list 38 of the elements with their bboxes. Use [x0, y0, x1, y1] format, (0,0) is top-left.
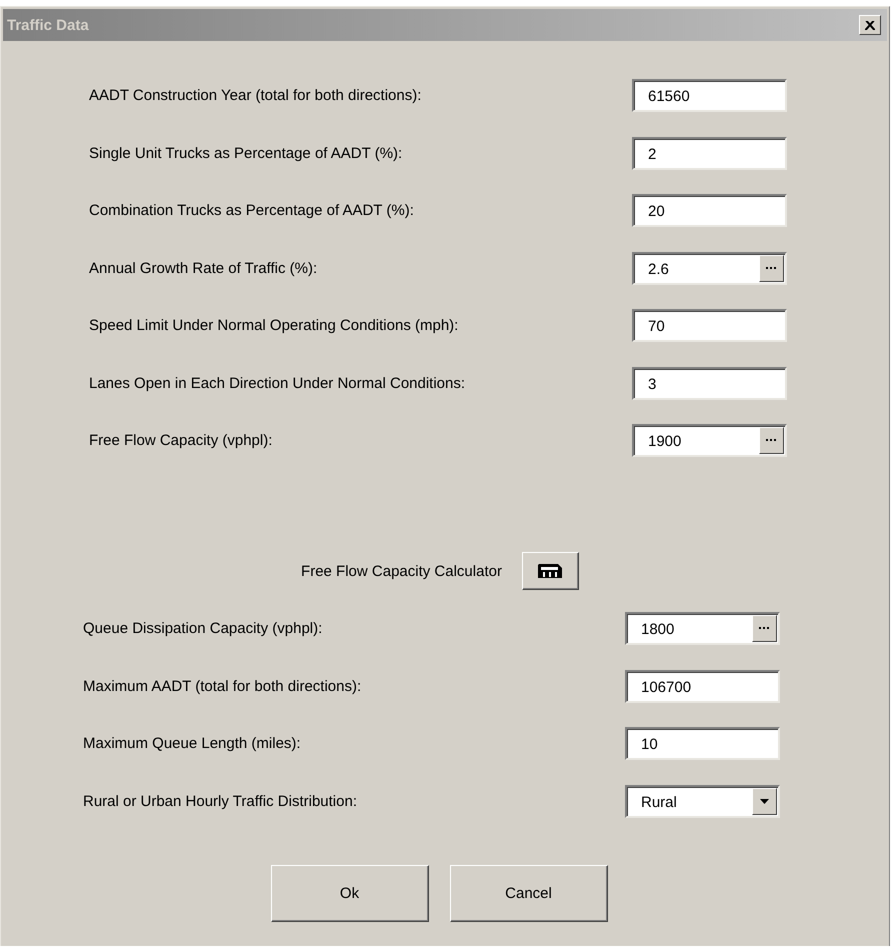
- calculator-label: Free Flow Capacity Calculator: [301, 562, 502, 580]
- field-label: Maximum Queue Length (miles):: [83, 735, 301, 752]
- input-field[interactable]: 10: [625, 727, 780, 760]
- input-field[interactable]: 2.6: [632, 252, 787, 284]
- field-label: Single Unit Trucks as Percentage of AADT (%):: [89, 144, 402, 162]
- input-field[interactable]: 3: [632, 366, 787, 400]
- dropdown-field[interactable]: Rural: [625, 785, 780, 818]
- field-label: Annual Growth Rate of Traffic (%):: [89, 260, 318, 276]
- caret-icon: [760, 799, 769, 804]
- field-label: Queue Dissipation Capacity (vphpl):: [83, 620, 322, 637]
- browse-button[interactable]: [752, 615, 777, 642]
- input-field[interactable]: 61560: [632, 79, 787, 112]
- input-field[interactable]: 106700: [625, 670, 780, 703]
- ellipsis-icon: [766, 439, 777, 442]
- dropdown-button[interactable]: [752, 788, 777, 816]
- ellipsis-icon: [766, 266, 777, 270]
- browse-button[interactable]: [759, 254, 784, 282]
- field-label: Maximum AADT (total for both directions):: [83, 678, 362, 695]
- input-field[interactable]: 1900: [632, 424, 787, 457]
- input-field[interactable]: 20: [632, 194, 787, 227]
- close-icon: [865, 20, 875, 30]
- field-label: Combination Trucks as Percentage of AADT (%):: [89, 202, 414, 219]
- close-button[interactable]: [859, 15, 881, 35]
- calculator-button[interactable]: [522, 552, 579, 590]
- calculator-icon: [537, 563, 564, 579]
- input-field[interactable]: 2: [632, 136, 787, 170]
- dialog-button[interactable]: Cancel: [450, 865, 608, 922]
- field-label: Speed Limit Under Normal Operating Conditions (mph):: [89, 317, 458, 334]
- field-label: AADT Construction Year (total for both directions):: [89, 87, 422, 104]
- field-label: Free Flow Capacity (vphpl):: [89, 432, 272, 449]
- input-field[interactable]: 70: [632, 309, 787, 342]
- input-field[interactable]: 1800: [625, 612, 780, 645]
- field-label: Lanes Open in Each Direction Under Normal Conditions:: [89, 374, 466, 392]
- browse-button[interactable]: [759, 427, 784, 454]
- window-title: Traffic Data: [7, 16, 89, 34]
- ellipsis-icon: [759, 627, 770, 630]
- field-label: Rural or Urban Hourly Traffic Distribution:: [83, 793, 357, 810]
- dialog-button[interactable]: Ok: [270, 865, 428, 922]
